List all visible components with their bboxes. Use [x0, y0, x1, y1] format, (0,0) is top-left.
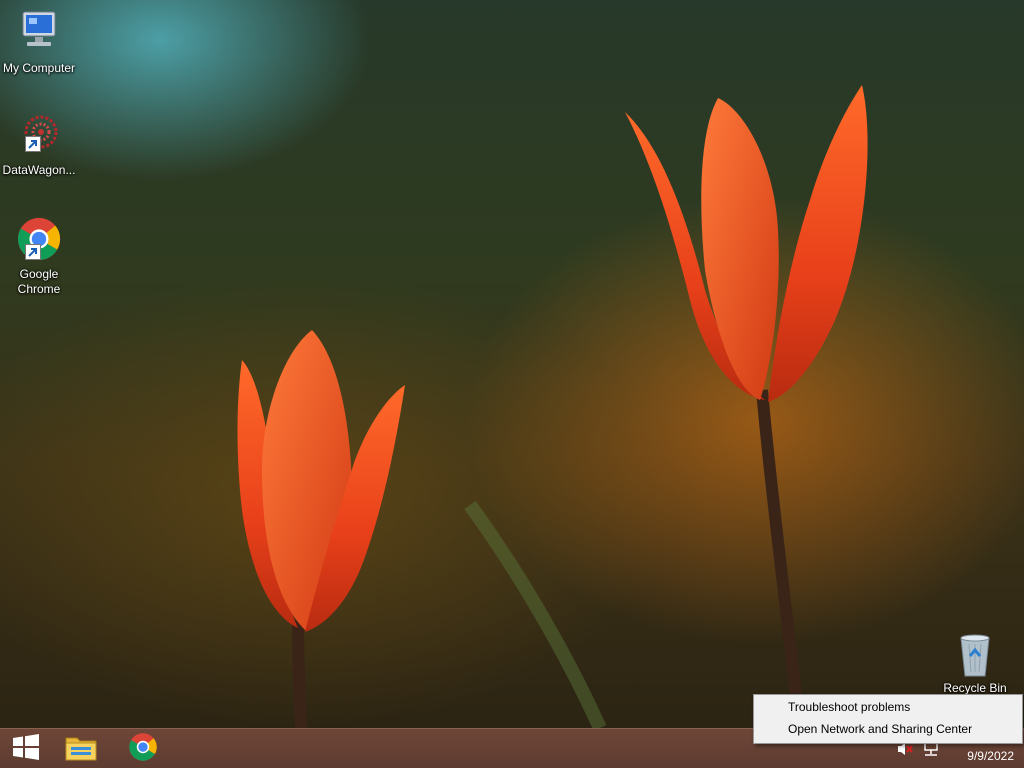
shortcut-arrow-icon [25, 136, 41, 152]
desktop-icon-label: Recycle Bin [943, 681, 1007, 695]
desktop-icon-recycle-bin[interactable]: Recycle Bin [936, 630, 1014, 696]
taskbar-chrome-button[interactable] [117, 729, 169, 768]
wallpaper [237, 85, 868, 731]
desktop-icon-label: DataWagon... [2, 163, 76, 177]
taskbar-file-explorer-button[interactable] [55, 729, 107, 768]
menu-item-open-network-sharing-center[interactable]: Open Network and Sharing Center [756, 719, 1020, 740]
desktop-icon-my-computer[interactable]: My Computer [0, 10, 78, 76]
datawagon-icon [15, 112, 63, 160]
shortcut-arrow-icon [25, 244, 41, 260]
file-explorer-icon [64, 732, 98, 767]
desktop-icon-google-chrome[interactable]: Google Chrome [0, 216, 78, 297]
recycle-bin-icon [951, 630, 999, 678]
start-button[interactable] [0, 729, 52, 768]
my-computer-icon [15, 10, 63, 58]
desktop-icon-label: My Computer [2, 61, 76, 75]
desktop: My Computer DataWagon... Google Chrome R… [0, 0, 1024, 768]
network-context-menu: Troubleshoot problems Open Network and S… [753, 694, 1023, 744]
menu-item-troubleshoot-problems[interactable]: Troubleshoot problems [756, 697, 1020, 718]
windows-logo-icon [12, 733, 40, 765]
desktop-icon-datawagon[interactable]: DataWagon... [0, 112, 78, 178]
chrome-icon [128, 732, 158, 767]
desktop-icon-label: Google Chrome [17, 267, 61, 296]
clock-date: 9/9/2022 [967, 749, 1014, 763]
chrome-icon [15, 216, 63, 264]
